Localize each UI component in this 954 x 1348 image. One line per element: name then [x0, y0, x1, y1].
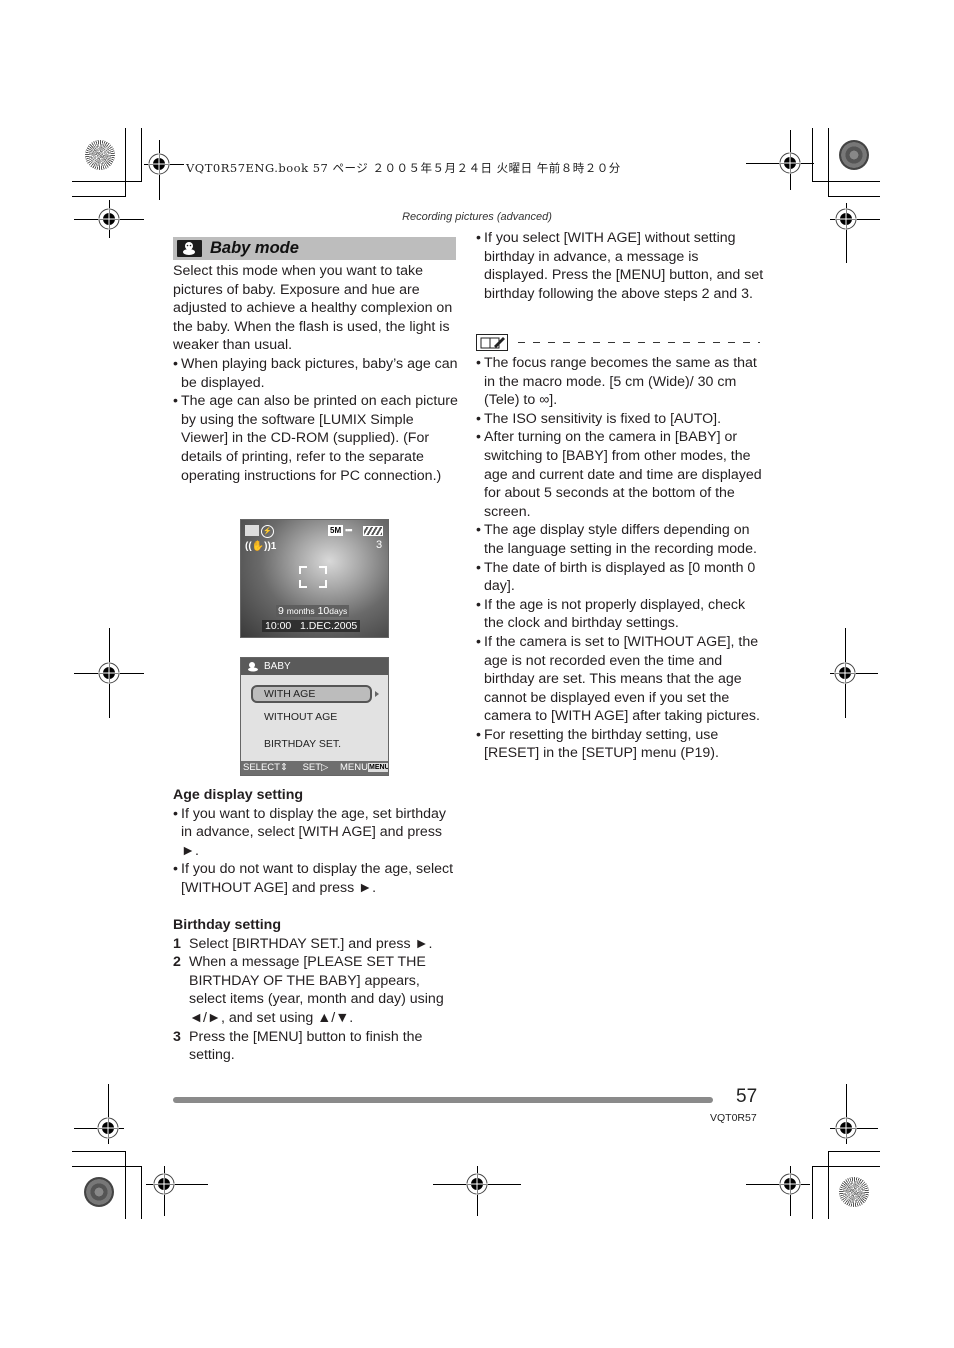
- list-item: The age can also be printed on each pict…: [173, 392, 458, 485]
- registration-target-icon: [466, 1173, 488, 1195]
- registration-target-icon: [835, 1117, 857, 1139]
- page-number: 57: [736, 1086, 758, 1107]
- color-rosette-top-right: [839, 140, 869, 170]
- note-item: If the camera is set to [WITHOUT AGE], t…: [476, 633, 766, 726]
- menu-item-without-age[interactable]: WITHOUT AGE: [264, 711, 337, 723]
- registration-target-icon: [153, 1173, 175, 1195]
- menu-item-birthday-set[interactable]: BIRTHDAY SET.: [264, 738, 341, 750]
- flash-off-icon: ⚡: [261, 525, 274, 538]
- step-number: 1: [173, 935, 181, 952]
- model-code: VQT0R57: [710, 1112, 757, 1124]
- footer-menu-hint: MENU: [340, 762, 368, 773]
- note-item: The age display style differs depending …: [476, 521, 766, 558]
- section-title-bar: Baby mode: [173, 237, 456, 260]
- baby-mode-icon: [177, 240, 202, 257]
- menu-footer: SELECT⇕ SET▷ MENUMENU: [241, 761, 388, 775]
- footer-rule: [173, 1097, 713, 1103]
- menu-title: BABY: [264, 661, 291, 672]
- baby-mode-icon: [245, 525, 259, 536]
- print-job-header: VQT0R57ENG.book 57 ページ ２００５年５月２４日 火曜日 午前…: [186, 161, 621, 175]
- age-overlay: 9 months 10days: [276, 605, 350, 617]
- footer-select-hint: SELECT⇕: [243, 762, 288, 773]
- registration-target-icon: [148, 153, 170, 175]
- camera-screen-preview: ⚡ 5M ▪▪▪ ((✋))1 3 9 months 10days 10:00 …: [240, 519, 389, 638]
- menu-button-icon: MENU: [367, 763, 389, 772]
- registration-target-icon: [779, 1173, 801, 1195]
- picture-size-badge: 5M: [328, 525, 344, 536]
- note-item: After turning on the camera in [BABY] or…: [476, 428, 766, 521]
- color-rosette-top-left: [85, 140, 115, 170]
- battery-icon: [363, 526, 383, 536]
- camera-screen-baby-menu: BABY WITH AGE WITHOUT AGE BIRTHDAY SET. …: [240, 657, 389, 776]
- subheading: Birthday setting: [173, 917, 281, 933]
- birthday-setting-block: Birthday setting 1 Select [BIRTHDAY SET.]…: [173, 916, 458, 1065]
- note-item: The date of birth is displayed as [0 mon…: [476, 559, 766, 596]
- intro-paragraph: Select this mode when you want to take p…: [173, 263, 453, 354]
- registration-target-icon: [98, 662, 120, 684]
- registration-target-icon: [97, 1117, 119, 1139]
- color-rosette-bottom-left: [84, 1177, 114, 1207]
- note-item: The focus range becomes the same as that…: [476, 354, 766, 410]
- section-title: Baby mode: [210, 239, 299, 257]
- shots-remaining: 3: [376, 539, 383, 551]
- registration-target-icon: [779, 152, 801, 174]
- step-item: 1 Select [BIRTHDAY SET.] and press ►.: [173, 935, 433, 952]
- intro-block: Select this mode when you want to take p…: [173, 262, 458, 485]
- step-item: 2 When a message [PLEASE SET THE BIRTHDAY…: [173, 954, 444, 1026]
- list-item: When playing back pictures, baby’s age c…: [173, 355, 458, 392]
- quality-icon: ▪▪▪: [345, 525, 353, 535]
- list-item: If you do not want to display the age, s…: [173, 860, 458, 897]
- step-item: 3 Press the [MENU] button to finish the s…: [173, 1028, 423, 1064]
- footer-set-hint: SET▷: [302, 762, 329, 773]
- note-item: If the age is not properly displayed, ch…: [476, 596, 766, 633]
- note-icon: [476, 334, 508, 351]
- step-number: 2: [173, 954, 181, 971]
- note-item: For resetting the birthday setting, use …: [476, 726, 766, 763]
- right-top-block: If you select [WITH AGE] without setting…: [476, 229, 766, 303]
- stabilizer-icon: ((✋))1: [245, 541, 277, 552]
- age-display-block: Age display setting If you want to displ…: [173, 786, 458, 898]
- color-rosette-bottom-right: [839, 1177, 869, 1207]
- notes-block: The focus range becomes the same as that…: [476, 354, 766, 763]
- list-item: If you want to display the age, set birt…: [173, 805, 458, 861]
- menu-item-with-age[interactable]: WITH AGE: [264, 688, 315, 700]
- menu-header: BABY: [241, 658, 388, 675]
- submenu-arrow-icon: [375, 691, 379, 697]
- datetime-overlay: 10:00 1.DEC.2005: [262, 620, 361, 632]
- registration-target-icon: [834, 662, 856, 684]
- list-item: If you select [WITH AGE] without setting…: [476, 229, 766, 303]
- af-frame-icon: [299, 566, 327, 588]
- step-number: 3: [173, 1028, 181, 1045]
- note-item: The ISO sensitivity is fixed to [AUTO].: [476, 410, 766, 429]
- running-head: Recording pictures (advanced): [402, 211, 552, 223]
- note-divider: [518, 342, 760, 343]
- subheading: Age display setting: [173, 787, 304, 803]
- baby-mode-icon: [246, 661, 259, 672]
